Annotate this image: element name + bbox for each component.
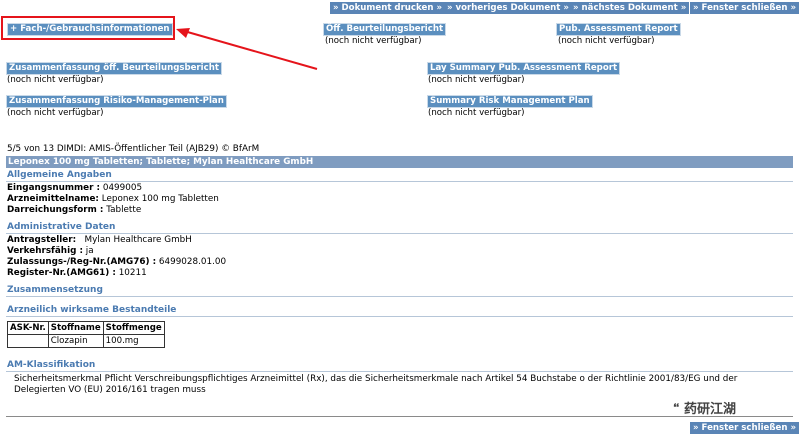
section-allgemeine-angaben: Allgemeine Angaben — [7, 170, 112, 180]
lay-summary-link[interactable]: Lay Summary Pub. Assessment Report — [427, 62, 621, 75]
section-zusammensetzung: Zusammensetzung — [7, 285, 103, 295]
register-value: 10211 — [118, 268, 147, 278]
section-divider — [6, 371, 793, 372]
annotation-arrow-icon — [176, 28, 318, 70]
pub-assessment-report-link[interactable]: Pub. Assessment Report — [556, 23, 681, 36]
section-am-klassifikation: AM-Klassifikation — [7, 360, 96, 370]
next-document-button[interactable]: » nächstes Dokument » — [570, 2, 690, 14]
section-bestandteile: Arzneilich wirksame Bestandteile — [7, 305, 177, 315]
highlight-box — [1, 16, 175, 40]
close-window-button-bottom[interactable]: » Fenster schließen » — [690, 422, 800, 434]
darreichungsform-label: Darreichungsform : — [7, 205, 104, 215]
oeff-beurteilungsbericht-link[interactable]: Öff. Beurteilungsbericht — [323, 23, 447, 36]
lay-not-available: (noch nicht verfügbar) — [428, 75, 525, 85]
watermark: 🙶 药研江湖 — [673, 402, 737, 417]
eingangsnummer-value: 0499005 — [102, 183, 143, 193]
zus-oeff-not-available: (noch nicht verfügbar) — [7, 75, 104, 85]
document-title-bar: Leponex 100 mg Tabletten; Tablette; Myla… — [6, 156, 793, 168]
section-divider — [6, 181, 793, 182]
zulassung-value: 6499028.01.00 — [158, 257, 227, 267]
eingangsnummer-row: Eingangsnummer : 0499005 — [7, 183, 142, 193]
zus-risk-not-available: (noch nicht verfügbar) — [7, 108, 104, 118]
table-header-row: ASK-Nr. Stoffname Stoffmenge — [7, 321, 165, 335]
zulassung-label: Zulassungs-/Reg-Nr.(AMG76) : — [7, 257, 157, 267]
arzneimittelname-row: Arzneimittelname: Leponex 100 mg Tablett… — [7, 194, 219, 204]
table-cell: Clozapin — [47, 334, 104, 348]
antragsteller-row: Antragsteller: Mylan Healthcare GmbH — [7, 235, 192, 245]
column-header: Stoffmenge — [102, 321, 165, 335]
register-row: Register-Nr.(AMG61) : 10211 — [7, 268, 147, 278]
verkehrsfaehig-label: Verkehrsfähig : — [7, 246, 83, 256]
register-label: Register-Nr.(AMG61) : — [7, 268, 116, 278]
verkehrsfaehig-row: Verkehrsfähig : ja — [7, 246, 94, 256]
antragsteller-value: Mylan Healthcare GmbH — [84, 235, 192, 245]
summary-risk-not-available: (noch nicht verfügbar) — [428, 108, 525, 118]
antragsteller-label: Antragsteller: — [7, 235, 77, 245]
pub-not-available: (noch nicht verfügbar) — [558, 36, 655, 46]
verkehrsfaehig-value: ja — [85, 246, 94, 256]
zusammenfassung-risiko-link[interactable]: Zusammenfassung Risiko-Management-Plan — [6, 95, 227, 108]
oeff-not-available: (noch nicht verfügbar) — [325, 36, 422, 46]
darreichungsform-row: Darreichungsform : Tablette — [7, 205, 141, 215]
column-header: ASK-Nr. — [7, 321, 49, 335]
table-cell: 100.mg — [102, 334, 165, 348]
zulassung-row: Zulassungs-/Reg-Nr.(AMG76) : 6499028.01.… — [7, 257, 226, 267]
table-cell — [7, 334, 49, 348]
section-administrative-daten: Administrative Daten — [7, 222, 116, 232]
arzneimittelname-value: Leponex 100 mg Tabletten — [101, 194, 219, 204]
darreichungsform-value: Tablette — [106, 205, 142, 215]
print-document-button[interactable]: » Dokument drucken » — [330, 2, 445, 14]
am-klassifikation-text: Sicherheitsmerkmal Pflicht Verschreibung… — [14, 374, 738, 395]
close-window-button[interactable]: » Fenster schließen » — [690, 2, 800, 14]
arzneimittelname-label: Arzneimittelname: — [7, 194, 99, 204]
section-divider — [6, 316, 793, 317]
column-header: Stoffname — [47, 321, 104, 335]
bestandteile-table: ASK-Nr. Stoffname Stoffmenge Clozapin 10… — [7, 321, 165, 348]
section-divider — [6, 296, 793, 297]
bottom-divider — [6, 416, 793, 417]
eingangsnummer-label: Eingangsnummer : — [7, 183, 101, 193]
document-position: 5/5 von 13 DIMDI: AMIS-Öffentlicher Teil… — [7, 144, 260, 154]
summary-risk-link[interactable]: Summary Risk Management Plan — [427, 95, 593, 108]
previous-document-button[interactable]: » vorheriges Dokument » — [444, 2, 572, 14]
table-row: Clozapin 100.mg — [7, 334, 165, 348]
section-divider — [6, 233, 793, 234]
